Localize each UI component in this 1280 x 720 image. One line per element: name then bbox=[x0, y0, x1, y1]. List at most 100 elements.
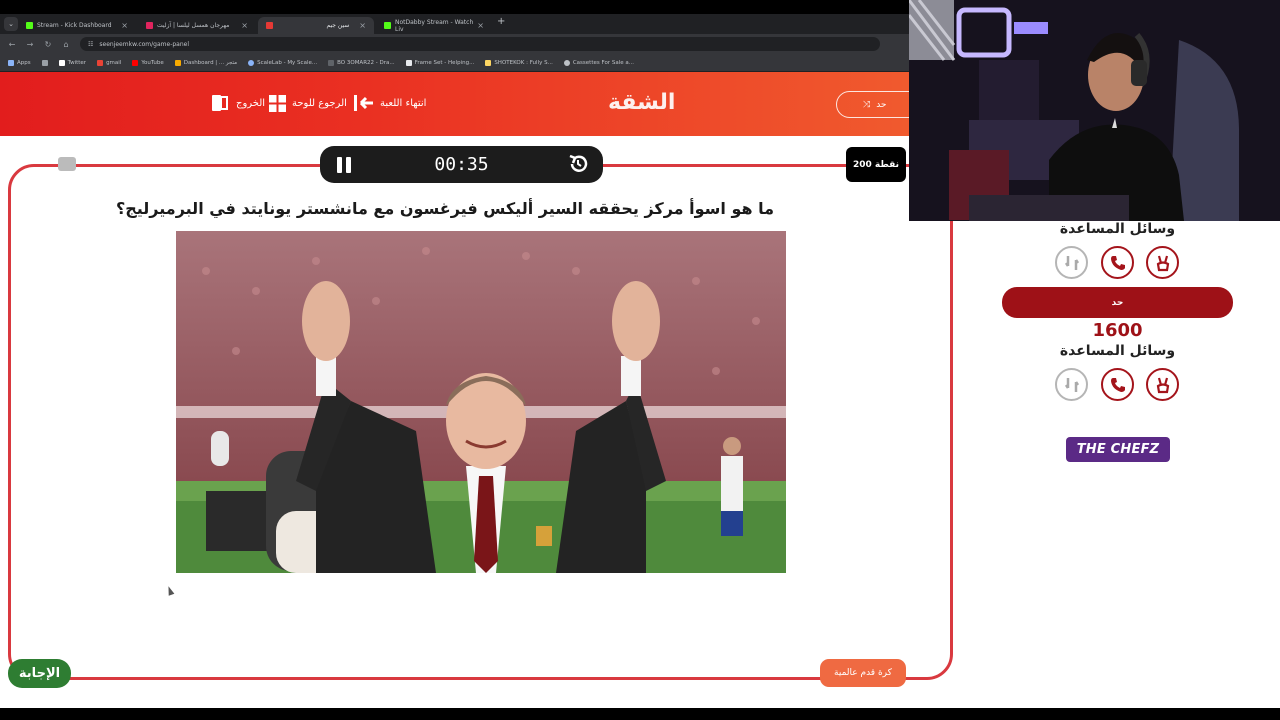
close-tab-icon[interactable]: × bbox=[477, 21, 484, 30]
call-friend-lifeline-button[interactable] bbox=[1055, 246, 1088, 279]
close-tab-icon[interactable]: × bbox=[241, 21, 248, 30]
bookmark-dashboard[interactable]: Dashboard | ... متجر bbox=[174, 59, 238, 66]
team-score: 1600 bbox=[1092, 320, 1143, 341]
points-badge: 200 نقطة bbox=[846, 147, 906, 182]
site-icon bbox=[563, 59, 570, 66]
peace-hand-icon bbox=[1156, 255, 1169, 271]
bookmark-label: YouTube bbox=[141, 59, 164, 66]
bookmark-label: Dashboard | ... متجر bbox=[183, 59, 238, 66]
exit-button[interactable]: الخروج bbox=[211, 94, 265, 112]
lifelines-label: وسائل المساعدة bbox=[1059, 221, 1176, 237]
bookmark-label: Apps bbox=[17, 59, 31, 66]
two-answers-lifeline-button[interactable] bbox=[1146, 246, 1179, 279]
forward-arrow-icon[interactable]: → bbox=[24, 40, 36, 49]
bookmark-gmail[interactable]: gmail bbox=[97, 59, 122, 66]
bookmark-label: gmail bbox=[106, 59, 122, 66]
team-name-title: الشقة bbox=[608, 90, 676, 115]
webcam-feed-image bbox=[909, 0, 1280, 221]
tab-label: NotDabby Stream - Watch Liv bbox=[395, 18, 474, 33]
bookmark-bo3omar[interactable]: BO 3OMAR22 - Dra... bbox=[328, 59, 395, 66]
category-label: كرة قدم عالمية bbox=[820, 659, 906, 687]
site-favicon-icon bbox=[266, 22, 273, 29]
bookmark-cassettes[interactable]: Cassettes For Sale a... bbox=[563, 59, 634, 66]
gmail-icon bbox=[97, 59, 104, 66]
lifelines-label: وسائل المساعدة bbox=[1059, 343, 1176, 359]
site-info-icon[interactable]: ☷ bbox=[88, 41, 93, 48]
kick-favicon-icon bbox=[384, 22, 391, 29]
close-tab-icon[interactable]: × bbox=[359, 21, 366, 30]
site-icon bbox=[328, 59, 335, 66]
question-text: ما هو اسوأ مركز يحققه السير أليكس فيرغسو… bbox=[115, 199, 775, 218]
bookmark-scalelab[interactable]: ScaleLab - My Scale... bbox=[248, 59, 318, 66]
reload-icon[interactable]: ↻ bbox=[42, 40, 54, 49]
board-handle-icon bbox=[58, 157, 76, 171]
tab-label: سين جيم bbox=[326, 22, 350, 29]
bookmark-label: BO 3OMAR22 - Dra... bbox=[337, 59, 395, 66]
tab-search-button[interactable]: ⌄ bbox=[4, 17, 18, 31]
grid-icon bbox=[41, 59, 48, 66]
bookmark-label: SHOTEKOK : Fully S... bbox=[494, 59, 553, 66]
bookmark-apps[interactable]: Apps bbox=[8, 59, 31, 66]
site-icon bbox=[485, 59, 492, 66]
bookmark-label: Cassettes For Sale a... bbox=[572, 59, 634, 66]
show-answer-button[interactable]: الإجابة bbox=[8, 659, 71, 688]
back-to-board-label: الرجوع للوحة bbox=[292, 98, 347, 109]
site-icon bbox=[405, 59, 412, 66]
youtube-icon bbox=[132, 59, 139, 66]
site-icon bbox=[174, 59, 181, 66]
bookmark-label: Twitter bbox=[67, 59, 87, 66]
bookmark-label: ScaleLab - My Scale... bbox=[257, 59, 318, 66]
sponsor-logo: THE CHEFZ bbox=[1066, 437, 1170, 462]
team-panel: وسائل المساعدة حد 1600 وسائل المساعدة bbox=[955, 220, 1280, 520]
team-name-bar: حد bbox=[1002, 287, 1233, 318]
end-game-label: انتهاء اللعبة bbox=[380, 97, 427, 109]
tab-label: مهرجان همسل ليلسا | آزليت bbox=[157, 22, 230, 29]
phone-lifeline-button[interactable] bbox=[1101, 246, 1134, 279]
letterbox-bar bbox=[0, 708, 1280, 720]
switch-question-icon bbox=[1064, 255, 1079, 270]
bookmark-youtube[interactable]: YouTube bbox=[132, 59, 164, 66]
question-image bbox=[176, 231, 786, 573]
home-icon[interactable]: ⌂ bbox=[60, 40, 72, 49]
phone-icon bbox=[1110, 255, 1125, 270]
new-tab-icon[interactable]: + bbox=[497, 16, 505, 27]
phone-lifeline-button[interactable] bbox=[1101, 368, 1134, 401]
game-header: الخروج الرجوع للوحة انتهاء اللعبة الشقة … bbox=[0, 72, 926, 136]
screen: ⌄ Stream - Kick Dashboard × مهرجان همسل … bbox=[0, 0, 1280, 720]
peace-hand-icon bbox=[1156, 377, 1169, 393]
switch-question-lifeline-button[interactable] bbox=[1055, 368, 1088, 401]
bookmark-twitter[interactable]: Twitter bbox=[58, 59, 87, 66]
browser-tab[interactable]: NotDabby Stream - Watch Liv × bbox=[376, 17, 492, 34]
back-arrow-icon[interactable]: ← bbox=[6, 40, 18, 49]
reset-timer-icon[interactable] bbox=[567, 153, 589, 175]
bookmark-item[interactable] bbox=[41, 59, 48, 66]
bookmark-label: Frame Set - Helping... bbox=[414, 59, 475, 66]
close-tab-icon[interactable]: × bbox=[121, 21, 128, 30]
photo-manager-celebrating bbox=[176, 231, 786, 573]
end-game-button[interactable]: انتهاء اللعبة bbox=[353, 94, 426, 112]
url-text: seenjeemkw.com/game-panel bbox=[99, 40, 190, 48]
bookmark-frameset[interactable]: Frame Set - Helping... bbox=[405, 59, 475, 66]
turn-label: حد bbox=[876, 99, 887, 110]
shuffle-icon: ⤨ bbox=[863, 99, 871, 110]
bookmark-shotekok[interactable]: SHOTEKOK : Fully S... bbox=[485, 59, 553, 66]
back-to-board-button[interactable]: الرجوع للوحة bbox=[268, 94, 347, 113]
site-favicon-icon bbox=[146, 22, 153, 29]
apps-grid-icon bbox=[8, 59, 14, 66]
url-input[interactable]: ☷ seenjeemkw.com/game-panel bbox=[80, 37, 880, 51]
browser-tab[interactable]: مهرجان همسل ليلسا | آزليت × bbox=[138, 17, 256, 34]
two-answers-lifeline-button[interactable] bbox=[1146, 368, 1179, 401]
timer: 00:35 bbox=[320, 146, 603, 183]
switch-question-icon bbox=[1064, 377, 1079, 392]
timer-value: 00:35 bbox=[434, 154, 489, 175]
browser-tab[interactable]: Stream - Kick Dashboard × bbox=[18, 17, 136, 34]
exit-arrow-icon bbox=[354, 95, 373, 111]
browser-tab-active[interactable]: سين جيم × bbox=[258, 17, 374, 34]
tab-label: Stream - Kick Dashboard bbox=[37, 22, 112, 29]
grid-icon bbox=[269, 95, 286, 112]
exit-label: الخروج bbox=[236, 97, 266, 109]
globe-icon bbox=[248, 59, 255, 66]
streamer-webcam bbox=[909, 0, 1280, 221]
x-logo-icon bbox=[58, 59, 65, 66]
exit-door-icon bbox=[212, 95, 228, 111]
